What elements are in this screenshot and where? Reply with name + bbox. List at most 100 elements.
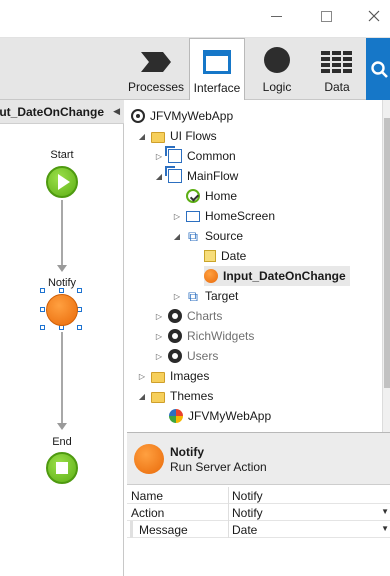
selection-handle[interactable] xyxy=(40,288,45,293)
stop-icon xyxy=(56,462,68,474)
selection-handle[interactable] xyxy=(40,307,45,312)
tree-item-home[interactable]: Home xyxy=(186,186,237,206)
notify-node[interactable] xyxy=(46,294,78,326)
close-button[interactable] xyxy=(360,4,388,28)
collapse-icon[interactable]: ◢ xyxy=(154,172,164,181)
property-value[interactable]: Notify xyxy=(232,506,263,520)
webblock-icon: ⧉ xyxy=(188,288,198,304)
expand-icon[interactable]: ▷ xyxy=(154,352,164,361)
collapse-icon[interactable]: ◢ xyxy=(137,132,147,141)
properties-panel: Notify Run Server Action Name Notify Act… xyxy=(127,432,390,576)
folder-icon xyxy=(151,131,165,143)
property-row-message[interactable]: Message Date ▼ xyxy=(127,521,390,538)
expand-icon[interactable]: ▷ xyxy=(154,152,164,161)
tab-data-label: Data xyxy=(324,80,350,94)
collapse-icon[interactable]: ◢ xyxy=(172,232,182,241)
tree-item-label: Users xyxy=(187,349,219,363)
flow-arrow-icon xyxy=(57,265,67,272)
canvas-tab-header[interactable]: Input_DateOnChange ◀ xyxy=(0,100,124,124)
column-divider xyxy=(228,521,229,538)
module-icon xyxy=(168,309,182,323)
end-node[interactable] xyxy=(46,452,78,484)
maximize-icon xyxy=(320,10,332,22)
tree-item-target[interactable]: ▷ ⧉ Target xyxy=(172,286,238,306)
flow-connector[interactable] xyxy=(61,200,63,266)
property-key: Action xyxy=(131,506,165,520)
expand-icon[interactable]: ▷ xyxy=(172,212,182,221)
home-check-icon xyxy=(186,189,200,203)
minimize-button[interactable] xyxy=(262,4,290,28)
close-icon xyxy=(368,10,380,22)
maximize-button[interactable] xyxy=(312,4,340,28)
selection-handle[interactable] xyxy=(59,288,64,293)
data-icon xyxy=(321,51,352,73)
play-icon xyxy=(57,174,70,190)
tree-item-label: Home xyxy=(205,189,238,203)
selection-handle[interactable] xyxy=(77,288,82,293)
flow-connector[interactable] xyxy=(61,332,63,424)
start-node[interactable] xyxy=(46,166,78,198)
tree-item-themes[interactable]: ◢ Themes xyxy=(137,386,213,406)
app-icon xyxy=(131,109,145,123)
tree-item-app[interactable]: JFVMyWebApp xyxy=(131,106,233,126)
dropdown-arrow-icon[interactable]: ▼ xyxy=(381,524,389,533)
tree-item-label: UI Flows xyxy=(170,129,217,143)
logic-icon xyxy=(264,47,290,73)
element-tree: JFVMyWebApp ◢ UI Flows ▷ Common ◢ MainFl… xyxy=(127,100,390,432)
tree-item-charts[interactable]: ▷ Charts xyxy=(154,306,222,326)
tree-item-source[interactable]: ◢ ⧉ Source xyxy=(172,226,243,246)
property-value[interactable]: Date xyxy=(232,523,257,537)
tab-processes-label: Processes xyxy=(127,80,185,94)
tree-item-label: Themes xyxy=(170,389,214,403)
webblock-icon: ⧉ xyxy=(188,228,198,244)
collapse-icon[interactable]: ◢ xyxy=(137,392,147,401)
tree-item-label: JFVMyWebApp xyxy=(188,409,272,423)
canvas-menu-arrow-icon[interactable]: ◀ xyxy=(113,106,120,117)
tree-item-users[interactable]: ▷ Users xyxy=(154,346,218,366)
property-row-name[interactable]: Name Notify xyxy=(127,487,390,504)
selected-element-name: Notify xyxy=(170,445,204,459)
tree-item-label: Source xyxy=(205,229,244,243)
property-value[interactable]: Notify xyxy=(232,489,263,503)
tab-logic-label: Logic xyxy=(262,80,292,94)
flow-canvas[interactable]: Input_DateOnChange ◀ Start Notify End xyxy=(0,100,124,576)
tab-interface-label: Interface xyxy=(193,81,241,95)
tree-item-label: Target xyxy=(205,289,239,303)
tree-scrollbar[interactable] xyxy=(382,100,390,432)
theme-icon xyxy=(169,409,183,423)
tab-interface[interactable]: Interface xyxy=(189,38,245,101)
tree-item-label: MainFlow xyxy=(187,169,239,183)
tree-item-label: HomeScreen xyxy=(205,209,276,223)
expand-icon[interactable]: ▷ xyxy=(154,312,164,321)
expand-icon[interactable]: ▷ xyxy=(172,292,182,301)
tab-logic[interactable]: Logic xyxy=(248,38,306,100)
dropdown-arrow-icon[interactable]: ▼ xyxy=(381,507,389,516)
tree-item-input-dateonchange[interactable]: Input_DateOnChange xyxy=(204,266,350,286)
flow-icon xyxy=(165,146,182,163)
start-node-label: Start xyxy=(50,149,74,161)
property-key: Message xyxy=(139,523,188,537)
module-icon xyxy=(168,349,182,363)
expand-icon[interactable]: ▷ xyxy=(137,372,147,381)
property-key: Name xyxy=(131,489,164,503)
module-icon xyxy=(168,329,182,343)
tab-processes[interactable]: Processes xyxy=(126,38,186,100)
tree-item-label: RichWidgets xyxy=(187,329,255,343)
tree-item-common[interactable]: ▷ Common xyxy=(154,146,236,166)
tab-data[interactable]: Data xyxy=(309,38,365,100)
canvas-title: Input_DateOnChange xyxy=(0,105,104,119)
tree-item-homescreen[interactable]: ▷ HomeScreen xyxy=(172,206,275,226)
server-action-icon xyxy=(134,444,164,474)
property-row-action[interactable]: Action Notify ▼ xyxy=(127,504,390,521)
tree-item-ui-flows[interactable]: ◢ UI Flows xyxy=(137,126,217,146)
tree-item-date[interactable]: Date xyxy=(204,246,246,266)
search-button[interactable] xyxy=(366,38,390,100)
expand-icon[interactable]: ▷ xyxy=(154,332,164,341)
tree-item-richwidgets[interactable]: ▷ RichWidgets xyxy=(154,326,254,346)
tree-item-mainflow[interactable]: ◢ MainFlow xyxy=(154,166,238,186)
tree-item-images[interactable]: ▷ Images xyxy=(137,366,209,386)
selection-handle[interactable] xyxy=(40,325,45,330)
selection-handle[interactable] xyxy=(77,325,82,330)
scrollbar-thumb[interactable] xyxy=(384,118,390,388)
tree-item-theme-jfvmywebapp[interactable]: JFVMyWebApp xyxy=(169,406,271,426)
